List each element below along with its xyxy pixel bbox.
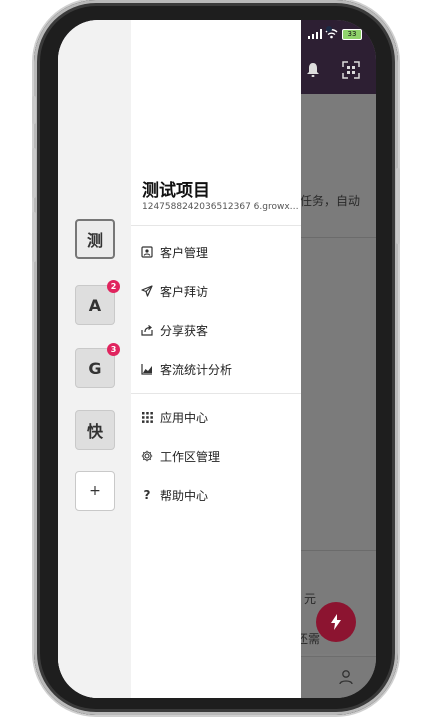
workspace-rail: 测 A 2 G 3 快 + xyxy=(58,20,131,698)
menu-item-label: 客户拜访 xyxy=(160,284,209,299)
menu-item-customer-management[interactable]: 客户管理 xyxy=(131,238,301,266)
menu-item-customer-visit[interactable]: 客户拜访 xyxy=(131,277,301,305)
battery-indicator: 33 xyxy=(342,29,362,40)
menu-item-label: 客户管理 xyxy=(160,245,209,260)
volume-down-button xyxy=(32,212,36,262)
volume-up-button xyxy=(32,148,36,198)
workspace-tile-a[interactable]: A 2 xyxy=(75,280,120,325)
divider xyxy=(131,225,301,226)
screen: 任务，自动 元 还需 33 测 A 2 G 3 快 + 测试项目 1247588… xyxy=(58,20,376,698)
add-icon: + xyxy=(89,483,101,499)
background-divider xyxy=(301,237,376,238)
signal-icon xyxy=(308,29,322,39)
navigation-drawer: 测 A 2 G 3 快 + 测试项目 1247588242036512367 6… xyxy=(58,20,301,698)
menu-item-help-center[interactable]: ? 帮助中心 xyxy=(131,481,301,509)
project-menu-panel: 测试项目 1247588242036512367 6.growxx.co... … xyxy=(131,20,301,698)
workspace-label: 快 xyxy=(86,422,103,441)
menu-item-workspace-management[interactable]: 工作区管理 xyxy=(131,442,301,470)
menu-item-share-acquire[interactable]: 分享获客 xyxy=(131,316,301,344)
workspace-tile-g[interactable]: G 3 xyxy=(75,343,120,388)
help-icon: ? xyxy=(143,488,151,502)
share-icon xyxy=(140,323,154,337)
quick-action-button[interactable] xyxy=(316,602,356,642)
add-workspace-button[interactable]: + xyxy=(75,471,115,511)
workspace-tile-kuai[interactable]: 快 xyxy=(75,410,115,450)
background-yuan-text: 元 xyxy=(304,592,317,606)
workspace-label: 测 xyxy=(86,231,103,250)
notification-badge: 3 xyxy=(107,343,120,356)
user-icon[interactable] xyxy=(338,669,354,685)
menu-item-traffic-analysis[interactable]: 客流统计分析 xyxy=(131,355,301,383)
notification-badge: 2 xyxy=(107,280,120,293)
menu-item-label: 帮助中心 xyxy=(160,488,209,503)
background-task-text: 任务，自动 xyxy=(300,194,361,208)
lightning-icon xyxy=(331,614,341,630)
divider xyxy=(131,393,301,394)
workspace-tile-test[interactable]: 测 xyxy=(75,219,115,259)
menu-item-label: 分享获客 xyxy=(160,323,209,338)
workspace-label: G xyxy=(88,358,102,378)
chart-icon xyxy=(140,362,154,376)
workspace-label: A xyxy=(88,295,102,315)
power-button xyxy=(396,168,400,244)
send-icon xyxy=(140,284,154,298)
background-divider xyxy=(301,550,376,551)
grid-icon xyxy=(140,410,154,424)
front-camera xyxy=(326,26,332,32)
contact-card-icon xyxy=(140,245,154,259)
project-id: 1247588242036512367 6.growxx.co... xyxy=(142,202,300,212)
mute-switch xyxy=(32,96,36,124)
menu-item-label: 客流统计分析 xyxy=(160,362,233,377)
menu-item-label: 工作区管理 xyxy=(160,449,221,464)
scan-icon[interactable] xyxy=(342,61,360,79)
menu-item-app-center[interactable]: 应用中心 xyxy=(131,403,301,431)
menu-item-label: 应用中心 xyxy=(160,410,209,425)
project-title: 测试项目 xyxy=(142,181,210,201)
gear-icon xyxy=(140,449,154,463)
bell-icon[interactable] xyxy=(306,62,320,78)
